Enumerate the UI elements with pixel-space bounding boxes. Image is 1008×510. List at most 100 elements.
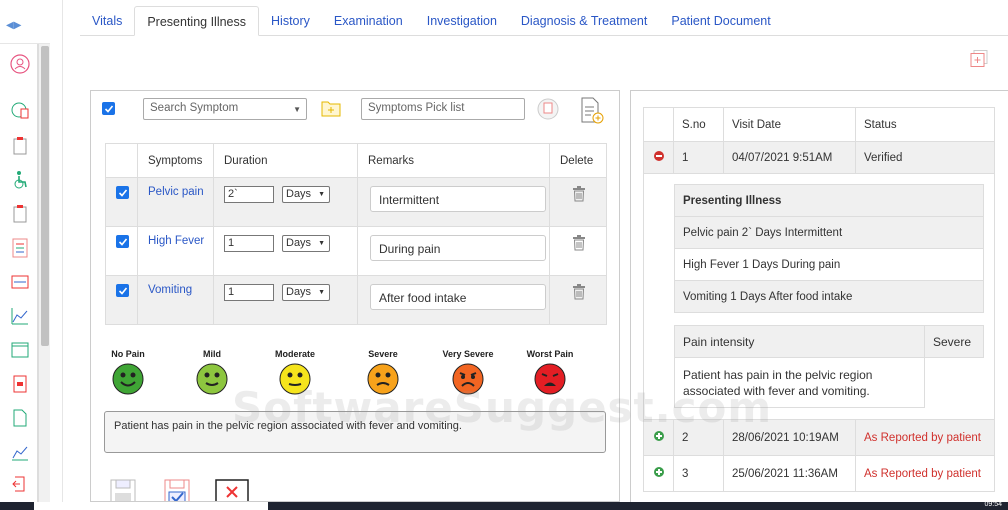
vitals-globe-icon[interactable] xyxy=(10,100,30,120)
pain-note: Patient has pain in the pelvic region as… xyxy=(674,357,925,408)
neutral-face-icon xyxy=(279,363,311,395)
tab-diagnosis-treatment[interactable]: Diagnosis & Treatment xyxy=(509,6,659,36)
search-symptom-placeholder: Search Symptom xyxy=(150,102,239,114)
row-checkbox[interactable] xyxy=(116,235,129,248)
visit-date: 04/07/2021 9:51AM xyxy=(723,141,856,174)
exit-icon[interactable] xyxy=(10,474,30,494)
pain-option-no-pain[interactable]: No Pain xyxy=(93,349,163,395)
pain-label: Moderate xyxy=(274,349,315,359)
expand-col-header xyxy=(643,107,674,142)
pain-option-worst-pain[interactable]: Worst Pain xyxy=(515,349,585,395)
left-icon-rail xyxy=(0,44,38,502)
rail-scrollbar[interactable] xyxy=(38,44,50,502)
visit-status: As Reported by patient xyxy=(855,455,995,492)
tab-examination[interactable]: Examination xyxy=(322,6,415,36)
search-symptom-select[interactable]: Search Symptom ▼ xyxy=(143,98,307,120)
close-icon[interactable] xyxy=(215,479,249,502)
divider xyxy=(62,0,63,502)
duration-unit-select[interactable]: Days ▼ xyxy=(282,235,330,252)
detail-heading: Presenting Illness xyxy=(674,184,984,217)
duration-input[interactable]: 1 xyxy=(224,284,274,301)
add-new-icon[interactable] xyxy=(970,50,988,68)
duration-input[interactable]: 1 xyxy=(224,235,274,252)
remarks-input[interactable]: Intermittent xyxy=(370,186,546,212)
symptom-name[interactable]: Vomiting xyxy=(148,284,192,296)
app-window: ◀▶ Vitals Presenting Illness History Exa… xyxy=(0,0,1008,510)
window-icon[interactable] xyxy=(10,340,30,360)
notes-icon[interactable] xyxy=(10,408,30,428)
row-checkbox[interactable] xyxy=(116,284,129,297)
pain-scale: No Pain Mild Moderate Severe Very Severe… xyxy=(105,349,605,405)
detail-line: Pelvic pain 2` Days Intermittent xyxy=(674,216,984,249)
remarks-input[interactable]: During pain xyxy=(370,235,546,261)
lab-chart-icon[interactable] xyxy=(10,272,30,292)
remarks-input[interactable]: After food intake xyxy=(370,284,546,310)
tab-presenting-illness[interactable]: Presenting Illness xyxy=(134,6,260,36)
document-icon[interactable] xyxy=(10,204,30,224)
visit-status: Verified xyxy=(855,141,995,174)
duration-unit-select[interactable]: Days ▼ xyxy=(282,284,330,301)
smiley-face-icon xyxy=(112,363,144,395)
taskbar-clock: 09:54 xyxy=(984,501,1002,508)
detail-line: High Fever 1 Days During pain xyxy=(674,248,984,281)
expand-plus-icon[interactable] xyxy=(654,431,664,441)
trash-icon[interactable] xyxy=(572,186,586,205)
pain-option-severe[interactable]: Severe xyxy=(348,349,418,395)
collapse-minus-icon[interactable] xyxy=(654,151,664,161)
tab-bar: Vitals Presenting Illness History Examin… xyxy=(80,6,1008,36)
taskbar-search[interactable] xyxy=(34,502,268,510)
col-header-sno: S.no xyxy=(673,107,724,142)
user-profile-icon[interactable] xyxy=(10,54,30,74)
symptom-name[interactable]: Pelvic pain xyxy=(148,186,204,198)
tab-investigation[interactable]: Investigation xyxy=(415,6,509,36)
row-checkbox[interactable] xyxy=(116,186,129,199)
symptoms-picklist-placeholder: Symptoms Pick list xyxy=(368,102,465,114)
pain-label: Worst Pain xyxy=(526,349,574,359)
expand-plus-icon[interactable] xyxy=(654,467,664,477)
report-icon[interactable] xyxy=(10,238,30,258)
add-document-icon[interactable] xyxy=(579,97,605,128)
visit-date: 28/06/2021 10:19AM xyxy=(723,419,856,456)
col-header-remarks: Remarks xyxy=(357,143,550,178)
pain-label: Severe xyxy=(368,349,398,359)
chevron-down-icon: ▼ xyxy=(318,240,325,247)
tab-vitals[interactable]: Vitals xyxy=(80,6,134,36)
pain-option-mild[interactable]: Mild xyxy=(177,349,247,395)
summary-textarea[interactable]: Patient has pain in the pelvic region as… xyxy=(104,411,606,453)
save-verify-icon[interactable] xyxy=(163,479,193,502)
visits-panel: S.no Visit Date Status 1 04/07/2021 9:51… xyxy=(630,90,1008,502)
chevron-down-icon: ▼ xyxy=(293,105,301,114)
save-icon[interactable] xyxy=(109,479,139,502)
tab-history[interactable]: History xyxy=(259,6,322,36)
select-all-checkbox[interactable] xyxy=(102,102,115,115)
pain-option-moderate[interactable]: Moderate xyxy=(260,349,330,395)
visit-status: As Reported by patient xyxy=(855,419,995,456)
wheelchair-icon[interactable] xyxy=(10,170,30,190)
symptoms-picklist-input[interactable]: Symptoms Pick list xyxy=(361,98,525,120)
graph-icon[interactable] xyxy=(10,306,30,326)
pain-label: No Pain xyxy=(111,349,145,359)
table-row: Vomiting 1 Days ▼ After food intake xyxy=(105,275,607,325)
collapse-icon[interactable]: ◀▶ xyxy=(6,20,21,31)
visit-sno: 3 xyxy=(673,455,724,492)
trend-icon[interactable] xyxy=(10,442,30,462)
mild-face-icon xyxy=(196,363,228,395)
chevron-down-icon: ▼ xyxy=(318,191,325,198)
add-folder-icon[interactable] xyxy=(321,99,341,120)
tab-patient-document[interactable]: Patient Document xyxy=(659,6,782,36)
pdf-file-icon[interactable] xyxy=(10,374,30,394)
rail-scrollbar-thumb[interactable] xyxy=(41,46,49,346)
duration-input[interactable]: 2` xyxy=(224,186,274,203)
symptoms-table: Symptoms Duration Remarks Delete Pelvic … xyxy=(105,143,607,325)
trash-icon[interactable] xyxy=(572,284,586,303)
clipboard-icon[interactable] xyxy=(10,136,30,156)
trash-icon[interactable] xyxy=(572,235,586,254)
pain-label: Very Severe xyxy=(442,349,494,359)
visit-sno: 1 xyxy=(673,141,724,174)
duration-unit-select[interactable]: Days ▼ xyxy=(282,186,330,203)
symptom-name[interactable]: High Fever xyxy=(148,235,204,247)
stamp-icon[interactable] xyxy=(537,97,559,124)
duration-unit-value: Days xyxy=(286,286,312,298)
pain-option-very-severe[interactable]: Very Severe xyxy=(433,349,503,395)
pain-intensity-label: Pain intensity xyxy=(674,325,925,358)
